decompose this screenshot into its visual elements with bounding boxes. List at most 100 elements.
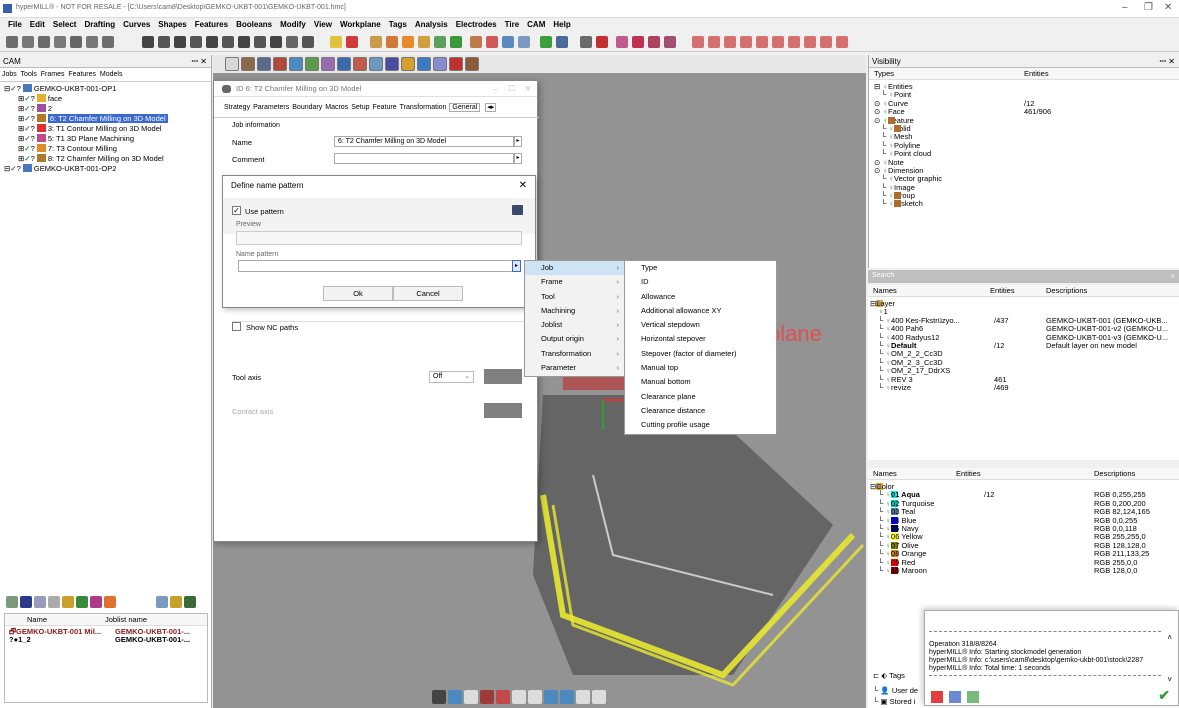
stop-icon[interactable] (931, 691, 943, 703)
tab-feature[interactable]: Feature (372, 104, 396, 111)
vis-row[interactable]: └ ♀ V sketch (869, 200, 1179, 209)
point-icon[interactable] (434, 36, 446, 48)
select-icon[interactable] (330, 36, 342, 48)
tab-transformation[interactable]: Transformation (400, 104, 447, 111)
layer-row[interactable]: └ ♀ revize/469 (868, 383, 1179, 392)
curve-icon[interactable] (370, 36, 382, 48)
tags-node[interactable]: ⊏ ⬖ Tags (873, 671, 905, 680)
view-left-icon[interactable] (54, 36, 66, 48)
check-icon[interactable] (450, 36, 462, 48)
view-right-icon[interactable] (70, 36, 82, 48)
bt-measure-icon[interactable] (464, 690, 478, 704)
layout9-icon[interactable] (820, 36, 832, 48)
bt-delete-icon[interactable] (496, 690, 510, 704)
layer-icon[interactable] (518, 36, 530, 48)
view-top-icon[interactable] (86, 36, 98, 48)
dialog-minimize-icon[interactable]: – (493, 81, 497, 97)
vp-stock-icon[interactable] (369, 57, 383, 71)
layout5-icon[interactable] (756, 36, 768, 48)
line-icon[interactable] (386, 36, 398, 48)
vp-tool-icon[interactable] (289, 57, 303, 71)
tree-item[interactable]: ⊟✓? GEMKO-UKBT-001-OP2 (4, 164, 211, 174)
bt-grid-icon[interactable] (512, 690, 526, 704)
menu-edit[interactable]: Edit (30, 18, 45, 32)
dialog-close-icon[interactable]: ✕ (525, 81, 531, 97)
menu-item-parameter[interactable]: Parameter › (525, 361, 625, 375)
use-pattern-checkbox[interactable]: ✓ (232, 206, 241, 215)
tab-general[interactable]: General (449, 103, 481, 112)
joblist-export-icon[interactable] (170, 596, 182, 608)
menu-features[interactable]: Features (195, 18, 228, 32)
transparency-icon[interactable] (238, 36, 250, 48)
visibility-pin-close-icon[interactable]: ꟷ ✕ (1160, 55, 1175, 68)
joblist-row[interactable]: ?● 1_2 GEMKO-UKBT-001-... (5, 635, 207, 644)
layout3-icon[interactable] (724, 36, 736, 48)
joblist-delete-icon[interactable] (20, 596, 32, 608)
menu-booleans[interactable]: Booleans (236, 18, 272, 32)
view-bottom-icon[interactable] (102, 36, 114, 48)
tree-item[interactable]: ⊞✓? 5: T1 3D Plane Machining (4, 134, 211, 144)
tab-macros[interactable]: Macros (325, 104, 348, 111)
joblist-sim-icon[interactable] (90, 596, 102, 608)
menu-item-id[interactable]: ID (625, 275, 776, 289)
name-pattern-field[interactable] (238, 260, 513, 272)
vis-row[interactable]: └ ♀ Point cloud (869, 149, 1179, 158)
layout7-icon[interactable] (788, 36, 800, 48)
vp-open-icon[interactable] (241, 57, 255, 71)
menu-item-horizontal-stepover[interactable]: Horizontal stepover (625, 332, 776, 346)
vp-report-icon[interactable] (449, 57, 463, 71)
menu-curves[interactable]: Curves (123, 18, 150, 32)
zoom-icon[interactable] (286, 36, 298, 48)
menu-select[interactable]: Select (53, 18, 77, 32)
lighting-icon[interactable] (254, 36, 266, 48)
dimension-icon[interactable] (486, 36, 498, 48)
name-pattern-close-icon[interactable]: ✕ (519, 176, 527, 196)
report-icon[interactable] (556, 36, 568, 48)
edges-icon[interactable] (190, 36, 202, 48)
menu-tags[interactable]: Tags (389, 18, 407, 32)
tool-axis-select[interactable]: Off ⌄ (429, 371, 474, 383)
menu-item-clearance-distance[interactable]: Clearance distance (625, 404, 776, 418)
pin-icon[interactable] (616, 36, 628, 48)
joblist-cut-icon[interactable] (62, 596, 74, 608)
menu-modify[interactable]: Modify (280, 18, 306, 32)
vp-job-icon[interactable] (273, 57, 287, 71)
menu-item-vertical-stepdown[interactable]: Vertical stepdown (625, 318, 776, 332)
menu-item-output-origin[interactable]: Output origin › (525, 332, 625, 346)
log-scroll-down-icon[interactable]: ˅ (1167, 675, 1172, 684)
pan-icon[interactable] (302, 36, 314, 48)
hidden-lines-icon[interactable] (206, 36, 218, 48)
confirm-check-icon[interactable]: ✔ (1158, 687, 1170, 704)
joblist-run-icon[interactable] (76, 596, 88, 608)
tab-scroll-arrows-icon[interactable]: ◂▸ (485, 103, 497, 112)
menu-item-joblist[interactable]: Joblist › (525, 318, 625, 332)
menu-item-allowance[interactable]: Allowance (625, 290, 776, 304)
menu-file[interactable]: File (8, 18, 22, 32)
bt-target-icon[interactable] (592, 690, 606, 704)
menu-item-manual-top[interactable]: Manual top (625, 361, 776, 375)
name-dropdown-icon[interactable]: ▸ (514, 136, 522, 147)
layer-row[interactable]: └ ♀ OM_2_17_DdrXS (868, 366, 1179, 375)
tree-item[interactable]: ⊞✓? 2 (4, 104, 211, 114)
tab-strategy[interactable]: Strategy (224, 104, 250, 111)
vp-edit-icon[interactable] (305, 57, 319, 71)
joblist-copy-icon[interactable] (48, 596, 60, 608)
menu-item-cutting-profile-usage[interactable]: Cutting profile usage (625, 418, 776, 432)
menu-item-machining[interactable]: Machining › (525, 304, 625, 318)
verify-icon[interactable] (540, 36, 552, 48)
vp-sim-icon[interactable] (337, 57, 351, 71)
vp-export-icon[interactable] (465, 57, 479, 71)
layout6-icon[interactable] (772, 36, 784, 48)
bt-snap-icon[interactable] (528, 690, 542, 704)
joblist-stock-icon[interactable] (104, 596, 116, 608)
filter-icon[interactable] (346, 36, 358, 48)
menu-help[interactable]: Help (553, 18, 570, 32)
vp-new-icon[interactable] (225, 57, 239, 71)
menu-item-job[interactable]: Job › (525, 261, 625, 276)
bt-globe-icon[interactable] (448, 690, 462, 704)
comment-field[interactable] (334, 153, 514, 164)
tree-item[interactable]: ⊟✓? GEMKO-UKBT-001-OP1 (4, 84, 211, 94)
tool-axis-button[interactable] (484, 369, 522, 384)
tab-setup[interactable]: Setup (351, 104, 369, 111)
menu-item-tool[interactable]: Tool › (525, 290, 625, 304)
